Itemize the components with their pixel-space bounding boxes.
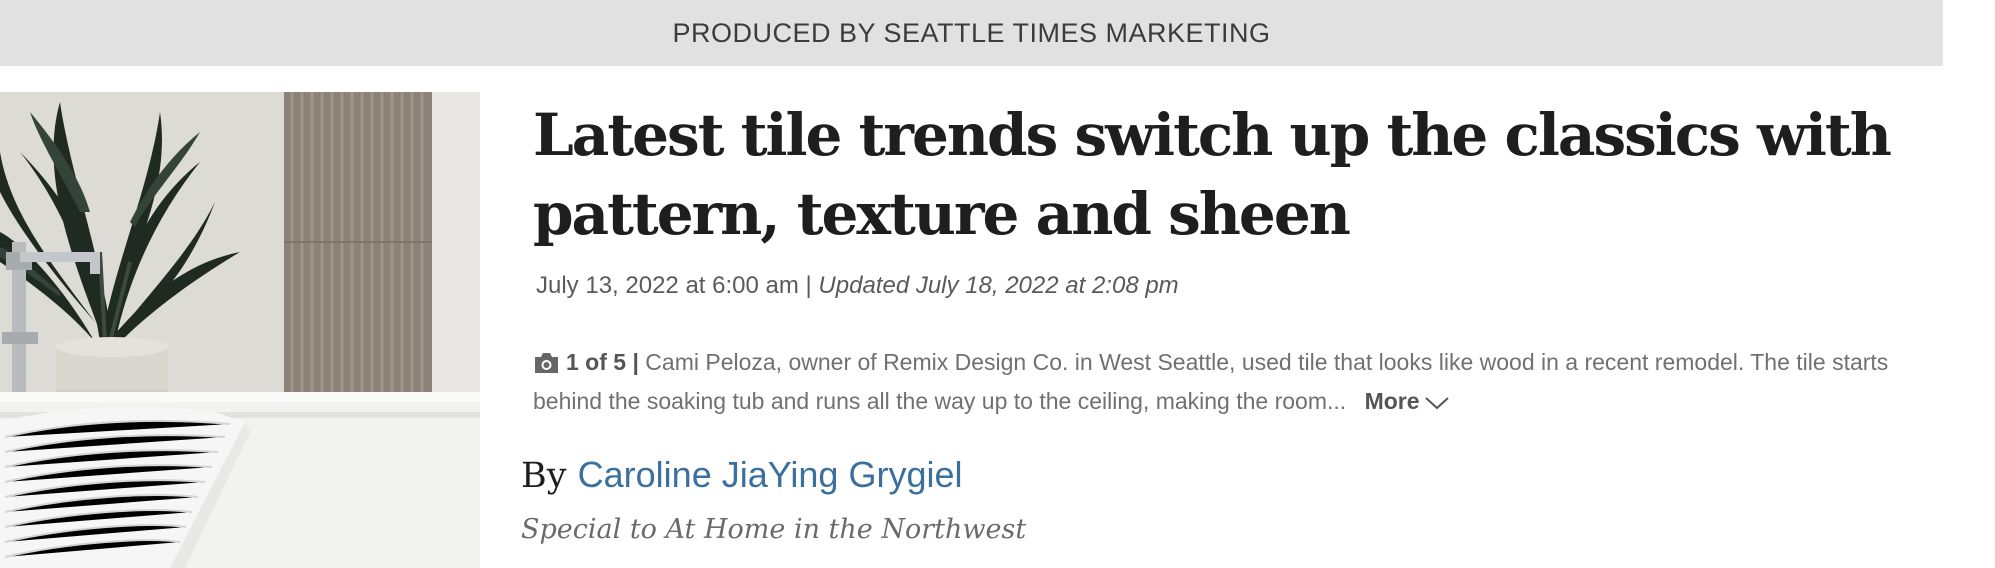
photo-caption-text: Cami Peloza, owner of Remix Design Co. i… xyxy=(533,349,1889,414)
hero-image[interactable] xyxy=(0,92,480,568)
sponsored-banner-text: PRODUCED BY SEATTLE TIMES MARKETING xyxy=(672,17,1271,48)
article-headline: Latest tile trends switch up the classic… xyxy=(533,101,1892,248)
camera-icon xyxy=(533,347,560,373)
author-affiliation: Special to At Home in the Northwest xyxy=(521,514,1027,545)
photo-caption: 1 of 5 | Cami Peloza, owner of Remix Des… xyxy=(533,343,1923,421)
caption-more-button[interactable]: More xyxy=(1365,388,1450,414)
updated-date: Updated July 18, 2022 at 2:08 pm xyxy=(818,272,1179,299)
sponsored-banner: PRODUCED BY SEATTLE TIMES MARKETING xyxy=(0,0,1943,66)
photo-count: 1 of 5 xyxy=(566,349,627,375)
photo-count-separator: | xyxy=(632,349,639,375)
caption-more-label: More xyxy=(1364,388,1420,414)
author-link[interactable]: Caroline JiaYing Grygiel xyxy=(578,454,963,495)
date-separator: | xyxy=(805,272,812,299)
byline-prefix: By xyxy=(521,456,567,496)
article-byline: By Caroline JiaYing Grygiel xyxy=(521,454,962,496)
chevron-down-icon xyxy=(1424,384,1450,410)
article-dateline: July 13, 2022 at 6:00 am | Updated July … xyxy=(536,272,1179,300)
published-date: July 13, 2022 at 6:00 am xyxy=(536,272,799,299)
bathroom-photo xyxy=(0,92,480,568)
